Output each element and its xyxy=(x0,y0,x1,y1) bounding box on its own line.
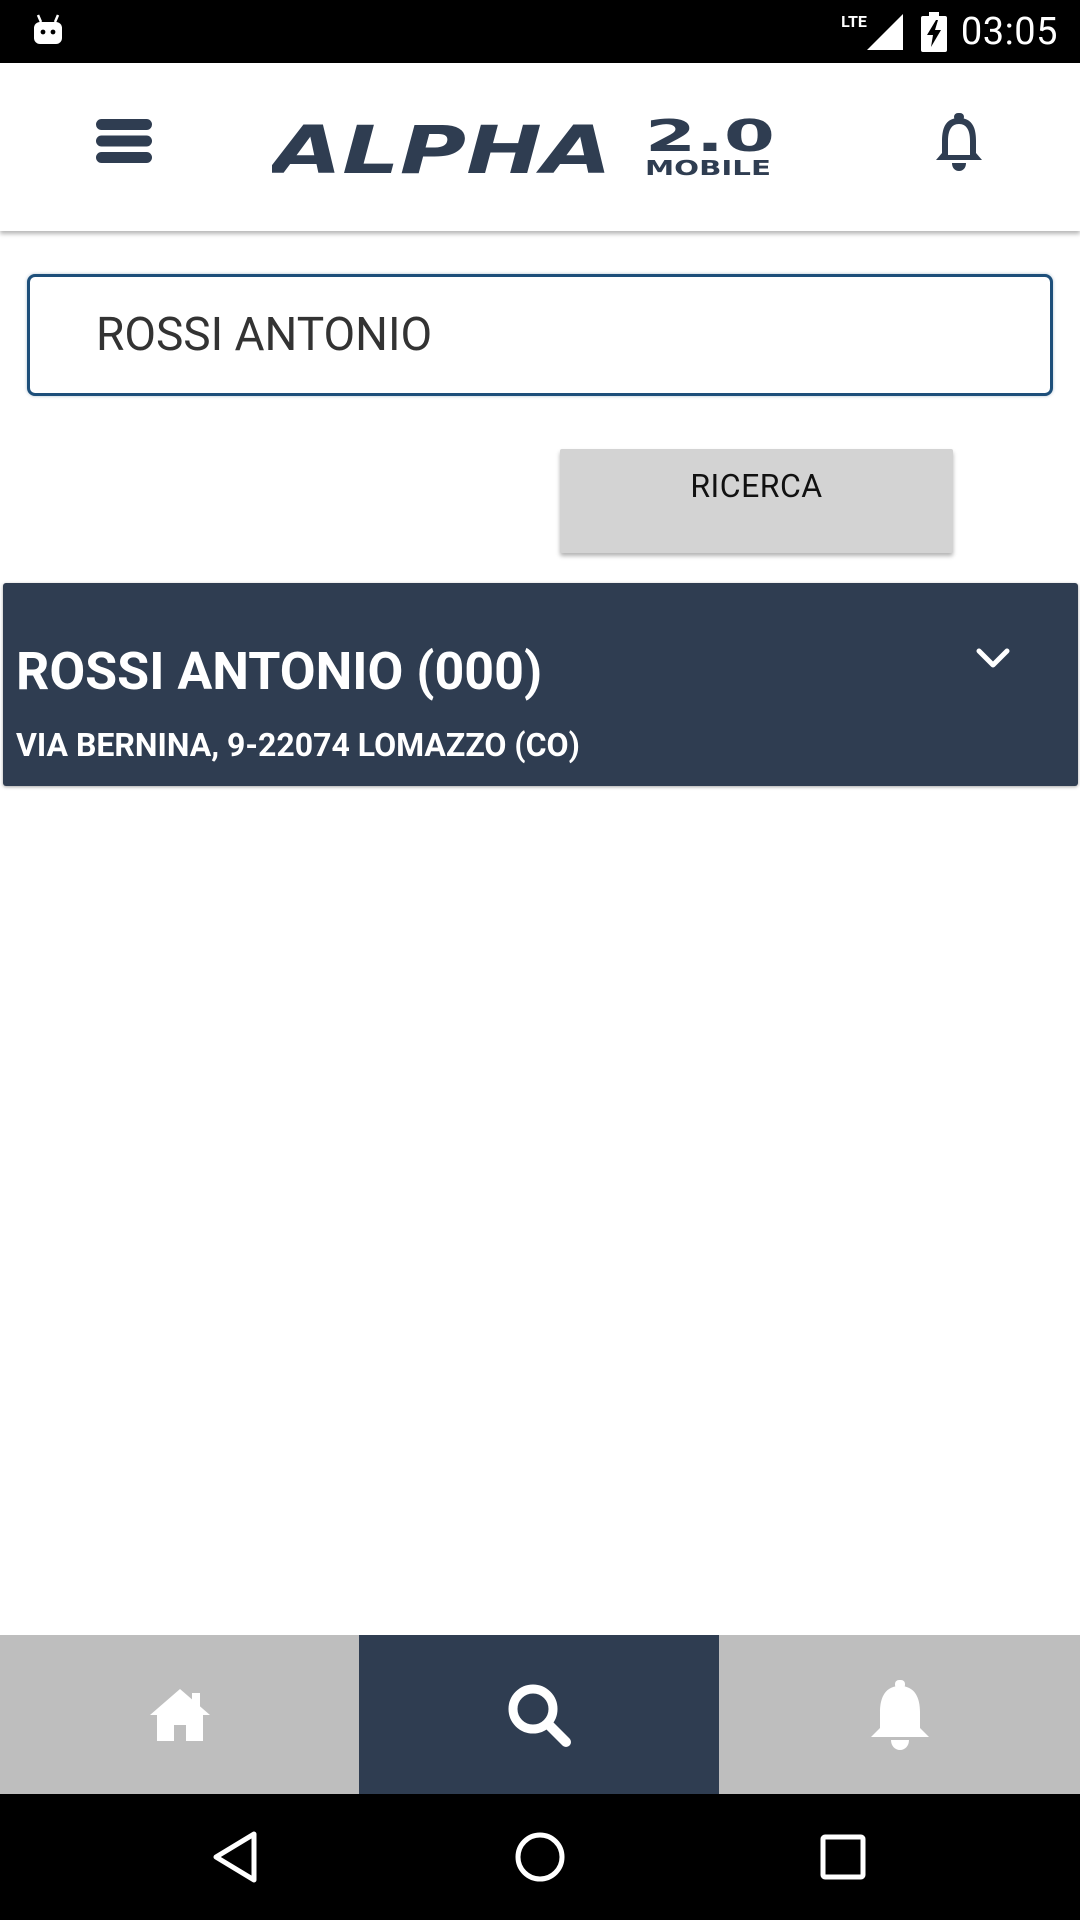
home-circle-icon xyxy=(515,1832,565,1882)
bottom-nav xyxy=(0,1635,1080,1794)
back-button[interactable] xyxy=(200,1822,270,1892)
recents-square-icon xyxy=(820,1834,866,1880)
notifications-bell-icon[interactable] xyxy=(934,113,984,171)
signal-icon xyxy=(866,13,903,50)
home-system-button[interactable] xyxy=(505,1822,575,1892)
result-name: ROSSI ANTONIO (000) xyxy=(16,641,543,702)
search-icon xyxy=(508,1684,571,1747)
app-header: ALPHA 2.0 MOBILE xyxy=(0,63,1080,231)
search-input[interactable] xyxy=(27,274,1053,396)
home-icon xyxy=(149,1688,210,1741)
tab-notifications[interactable] xyxy=(719,1635,1080,1794)
recents-button[interactable] xyxy=(808,1822,878,1892)
chevron-down-icon xyxy=(976,648,1010,668)
status-bar: LTE 03:05 xyxy=(0,0,1080,63)
svg-text:ALPHA: ALPHA xyxy=(272,112,612,183)
search-button[interactable]: RICERCA xyxy=(560,449,953,553)
tab-home[interactable] xyxy=(0,1635,359,1794)
result-card[interactable]: ROSSI ANTONIO (000) VIA BERNINA, 9-22074… xyxy=(3,583,1078,786)
network-type-label: LTE xyxy=(841,12,867,31)
status-clock: 03:05 xyxy=(960,9,1058,54)
back-triangle-icon xyxy=(213,1831,257,1883)
battery-charging-icon xyxy=(920,11,947,52)
expand-toggle[interactable] xyxy=(953,623,1033,693)
svg-text:MOBILE: MOBILE xyxy=(645,156,771,180)
svg-text:2.0: 2.0 xyxy=(645,111,775,162)
android-debug-icon xyxy=(34,14,62,44)
app-logo: ALPHA 2.0 MOBILE xyxy=(272,111,775,183)
result-address: VIA BERNINA, 9-22074 LOMAZZO (CO) xyxy=(16,726,580,764)
tab-search[interactable] xyxy=(359,1635,719,1794)
system-nav-bar xyxy=(0,1794,1080,1920)
bell-icon xyxy=(870,1679,929,1750)
menu-icon[interactable] xyxy=(96,119,152,163)
